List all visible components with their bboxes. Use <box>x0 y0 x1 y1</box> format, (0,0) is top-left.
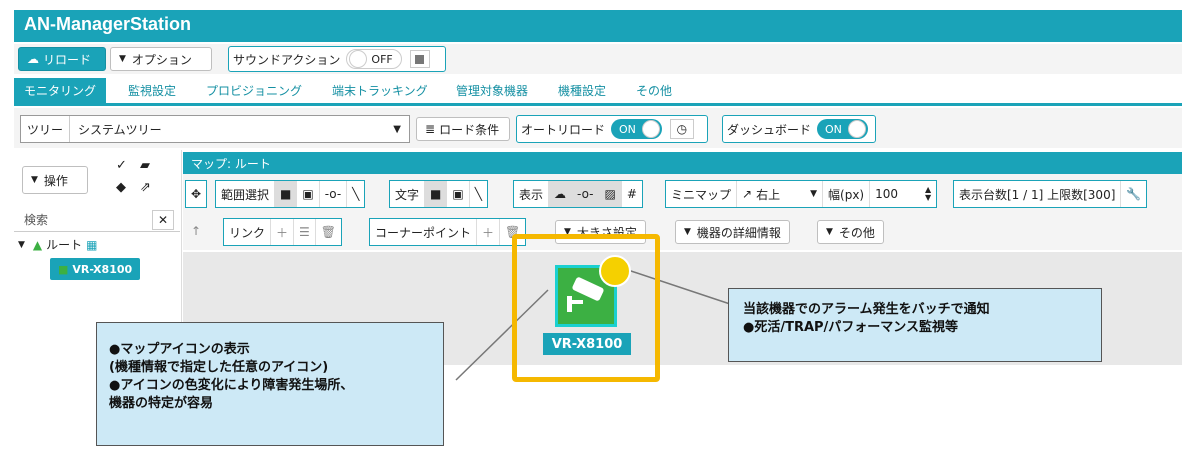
tab-provisioning[interactable]: プロビジョニング <box>196 78 312 104</box>
map-header: マップ: ルート <box>183 152 1182 174</box>
sound-action-group: サウンドアクション OFF <box>228 46 446 72</box>
stepper-icon: ▲ ▼ <box>924 185 932 202</box>
corner-point-group: コーナーポイント ＋ 🗑 <box>369 218 527 246</box>
security-camera-icon <box>567 277 604 312</box>
stop-icon[interactable] <box>409 50 430 68</box>
trash-icon[interactable]: 🗑 <box>316 219 341 245</box>
caret-down-icon: ▼ <box>810 189 818 199</box>
folder-icon[interactable]: ■ <box>275 181 298 207</box>
count-group: 表示台数[1 / 1] 上限数[300] 🔧 <box>953 180 1148 208</box>
toggle-knob <box>641 120 660 138</box>
node-icon[interactable]: -o- <box>572 181 600 207</box>
search-field[interactable]: 検索 ✕ <box>14 208 180 232</box>
app-title-bar: AN-ManagerStation <box>14 10 1182 42</box>
app-title: AN-ManagerStation <box>24 14 192 34</box>
toggle-knob <box>847 120 866 138</box>
tab-model-settings[interactable]: 機種設定 <box>548 78 616 104</box>
main-tabs: モニタリング 監視設定 プロビジョニング 端末トラッキング 管理対象機器 機種設… <box>14 78 1182 106</box>
tab-managed-devices[interactable]: 管理対象機器 <box>446 78 538 104</box>
reload-button[interactable]: ☁ リロード <box>18 47 106 71</box>
tab-other[interactable]: その他 <box>626 78 682 104</box>
tree-select[interactable]: ツリー システムツリー ▼ <box>20 115 410 143</box>
clock-icon[interactable]: ◷ <box>669 119 694 139</box>
node-icon[interactable]: -o- <box>320 181 348 207</box>
width-stepper[interactable]: 100 ▲ ▼ <box>870 181 936 207</box>
folder-icon[interactable]: ■ <box>425 181 448 207</box>
auto-reload-toggle[interactable]: ON <box>611 119 662 139</box>
grid-icon[interactable]: # <box>622 181 642 207</box>
cloud-icon[interactable]: ☁ <box>549 181 573 207</box>
caret-down-icon: ▼ <box>18 239 25 250</box>
map-folder-icon: ▲ <box>32 237 43 252</box>
device-icon: ■ <box>58 262 69 276</box>
tree-root[interactable]: ▼ ▲ ルート ▦ <box>18 236 98 253</box>
move-icon[interactable]: ✥ <box>186 181 206 207</box>
alarm-callout: 当該機器でのアラーム発生をバッチで通知 ●死活/TRAP/パフォーマンス監視等 <box>728 288 1102 362</box>
cloud-upload-icon: ☁ <box>27 52 39 66</box>
square-icon[interactable]: ▣ <box>447 181 470 207</box>
arrow-up-icon[interactable]: ↑ <box>191 224 201 238</box>
operation-button[interactable]: ▼ 操作 <box>22 166 88 194</box>
alarm-badge <box>599 255 631 287</box>
text-group: 文字 ■ ▣ ╲ <box>389 180 488 208</box>
caret-down-icon: ▼ <box>684 227 691 237</box>
share-icon[interactable]: ⇗ <box>140 180 151 195</box>
eraser-icon[interactable]: ◆ <box>116 180 126 195</box>
map-icon: ▦ <box>86 237 98 252</box>
wrench-icon[interactable]: 🔧 <box>1121 181 1146 207</box>
sound-toggle[interactable]: OFF <box>346 49 402 69</box>
view-controls: ツリー システムツリー ▼ ≣ ロード条件 オートリロード ON ◷ ダッシュボ… <box>14 108 1182 148</box>
caret-down-icon: ▼ <box>393 123 401 135</box>
line-icon[interactable]: ╲ <box>347 181 364 207</box>
map-icon-callout: ●マップアイコンの表示 (機種情報で指定した任意のアイコン) ●アイコンの色変化… <box>96 322 444 446</box>
plus-icon[interactable]: ＋ <box>271 219 295 245</box>
range-select-group: 範囲選択 ■ ▣ -o- ╲ <box>215 180 366 208</box>
tab-monitoring[interactable]: モニタリング <box>14 78 107 104</box>
square-icon[interactable]: ▣ <box>297 181 320 207</box>
line-icon[interactable]: ╲ <box>470 181 487 207</box>
database-icon: ≣ <box>425 122 436 136</box>
main-toolbar: ☁ リロード ▼ オプション サウンドアクション OFF <box>14 44 1182 74</box>
device-name-label: VR-X8100 <box>543 333 631 355</box>
toggle-knob <box>349 50 368 68</box>
dashboard-group: ダッシュボード ON <box>722 115 876 143</box>
list-icon[interactable]: ☰ <box>294 219 316 245</box>
minimap-group: ミニマップ ↗ 右上 ▼ 幅(px) 100 ▲ ▼ <box>665 180 938 208</box>
caret-down-icon: ▼ <box>826 227 833 237</box>
options-button[interactable]: ▼ オプション <box>110 47 212 71</box>
load-condition-button[interactable]: ≣ ロード条件 <box>416 117 510 141</box>
check-all-icon[interactable]: ✓ <box>116 158 127 173</box>
tree-device-item[interactable]: ■ VR-X8100 <box>50 258 141 280</box>
folder-open-icon[interactable]: ▰ <box>140 158 150 173</box>
minimap-position-select[interactable]: ↗ 右上 ▼ <box>737 181 824 207</box>
arrow-up-right-icon: ↗ <box>742 187 753 201</box>
other-button[interactable]: ▼ その他 <box>817 220 884 244</box>
caret-down-icon: ▼ <box>119 54 126 64</box>
tab-terminal-tracking[interactable]: 端末トラッキング <box>322 78 438 104</box>
move-group: ✥ <box>185 180 208 208</box>
device-highlight-frame: VR-X8100 <box>512 234 660 382</box>
caret-down-icon: ▼ <box>31 175 38 185</box>
auto-reload-group: オートリロード ON ◷ <box>516 115 708 143</box>
dashboard-toggle[interactable]: ON <box>817 119 868 139</box>
device-detail-button[interactable]: ▼ 機器の詳細情報 <box>675 220 790 244</box>
tab-monitor-settings[interactable]: 監視設定 <box>118 78 186 104</box>
link-group: リンク ＋ ☰ 🗑 <box>223 218 343 246</box>
display-group: 表示 ☁ -o- ▨ # <box>513 180 643 208</box>
image-icon[interactable]: ▨ <box>599 181 622 207</box>
close-icon[interactable]: ✕ <box>152 209 174 230</box>
map-toolbar: ✥ 範囲選択 ■ ▣ -o- ╲ 文字 ■ ▣ ╲ 表示 ☁ -o- ▨ # ミ… <box>183 174 1182 250</box>
plus-icon[interactable]: ＋ <box>477 219 501 245</box>
